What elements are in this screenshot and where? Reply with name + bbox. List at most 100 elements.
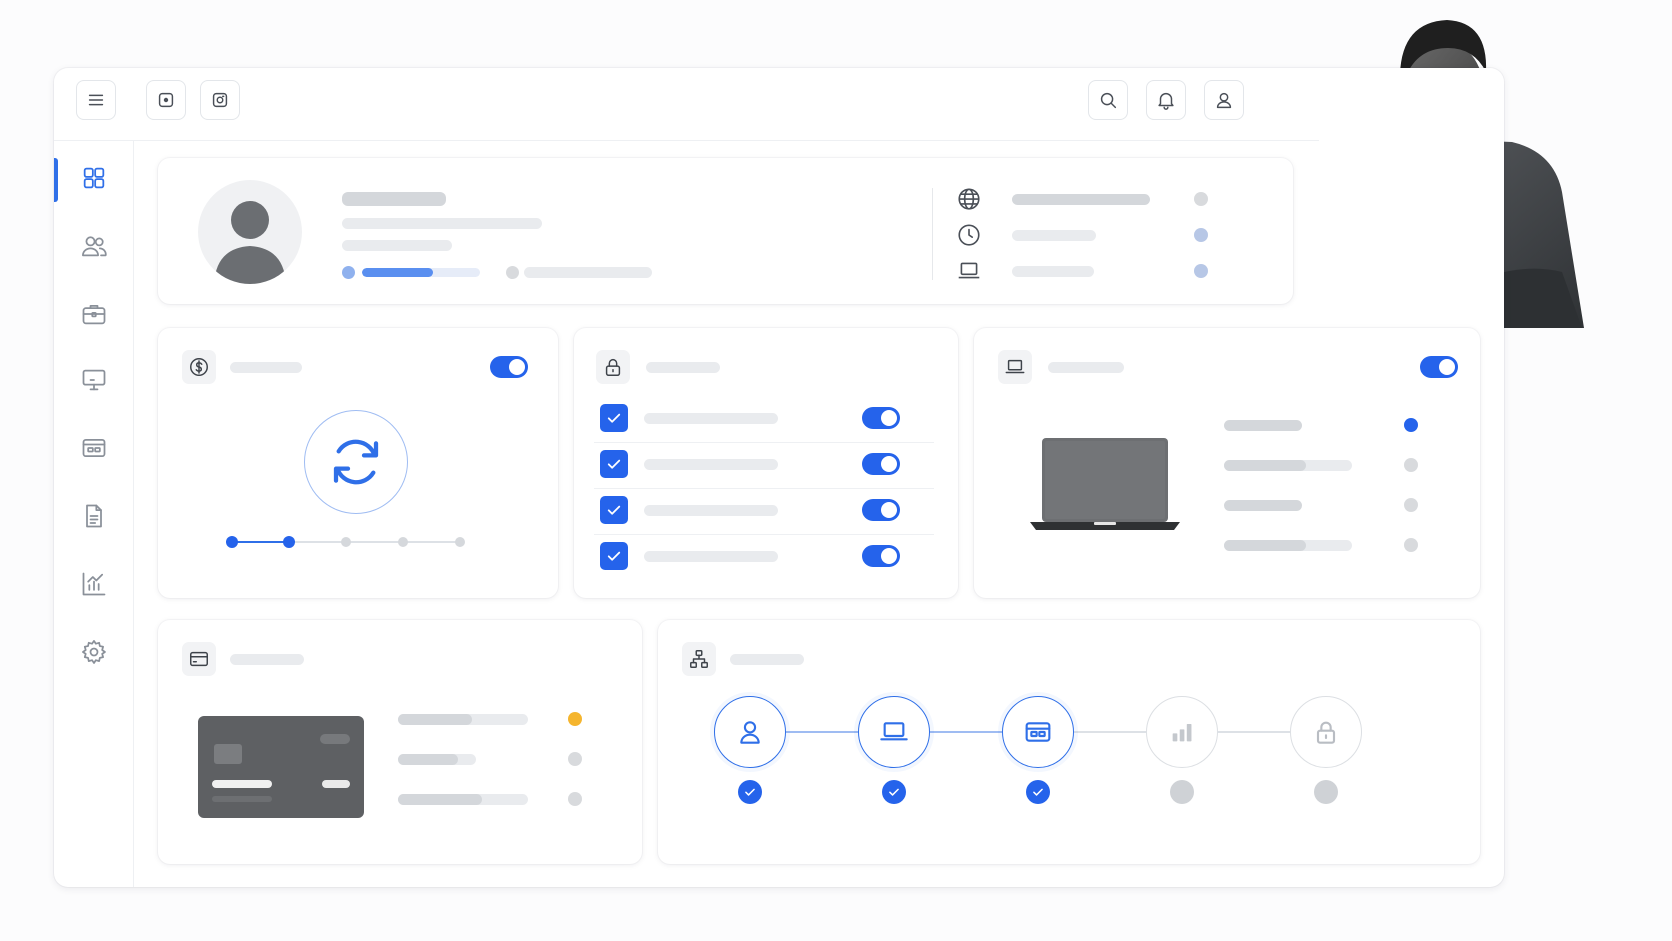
record-button[interactable] — [146, 80, 186, 120]
workflow-step[interactable] — [1002, 696, 1074, 768]
payment-row-status — [568, 712, 582, 726]
device-toggle[interactable] — [1420, 356, 1458, 378]
security-card-title-placeholder — [646, 362, 720, 373]
device-card-header-icon — [998, 350, 1032, 384]
sync-step-dot[interactable] — [226, 536, 238, 548]
dashboard-grid-icon — [83, 167, 105, 189]
workflow-step[interactable] — [1146, 696, 1218, 768]
card-holder-placeholder — [212, 796, 272, 802]
security-row-toggle[interactable] — [862, 407, 900, 429]
payment-card-icon — [1025, 722, 1051, 742]
security-row-toggle[interactable] — [862, 545, 900, 567]
credit-card-icon — [190, 651, 208, 667]
briefcase-icon — [82, 304, 106, 325]
bell-icon — [1158, 92, 1174, 110]
security-card — [574, 328, 958, 598]
search-button[interactable] — [1088, 80, 1128, 120]
clock-icon — [958, 224, 980, 246]
device-row-status — [1404, 458, 1418, 472]
payment-card — [158, 620, 642, 864]
workflow-step[interactable] — [858, 696, 930, 768]
profile-card — [158, 158, 1293, 304]
laptop-icon — [1005, 359, 1025, 374]
sidebar-item-settings[interactable] — [54, 629, 134, 675]
security-checkbox[interactable] — [600, 496, 628, 524]
avatar-placeholder-icon — [214, 201, 286, 284]
laptop-icon — [880, 722, 908, 741]
payment-row-status — [568, 792, 582, 806]
status-dot — [506, 266, 519, 279]
card-chip — [214, 744, 242, 764]
security-row-divider — [594, 534, 934, 535]
avatar[interactable] — [198, 180, 302, 284]
info-row-1-placeholder — [1012, 194, 1150, 205]
payment-row-fill — [398, 794, 482, 805]
security-checkbox[interactable] — [600, 404, 628, 432]
sync-toggle[interactable] — [490, 356, 528, 378]
laptop-icon — [958, 262, 980, 279]
sidebar-item-users[interactable] — [54, 223, 134, 269]
settings-icon — [82, 640, 106, 664]
checkmark-icon — [607, 413, 621, 423]
sidebar-item-payments[interactable] — [54, 425, 134, 471]
profile-progress-bar — [362, 268, 480, 277]
workflow-connector — [1074, 731, 1146, 733]
credit-card-illustration[interactable] — [198, 716, 364, 818]
search-icon — [1100, 92, 1117, 109]
payment-row-fill — [398, 754, 458, 765]
sync-step-dot[interactable] — [455, 537, 465, 547]
device-row-fill — [1224, 540, 1306, 551]
notifications-button[interactable] — [1146, 80, 1186, 120]
device-card-title-placeholder — [1048, 362, 1124, 373]
payment-card-header-icon — [182, 642, 216, 676]
device-row-status — [1404, 538, 1418, 552]
menu-button[interactable] — [76, 80, 116, 120]
checkmark-icon — [607, 551, 621, 561]
payment-row-placeholder — [398, 714, 528, 725]
security-row-toggle[interactable] — [862, 453, 900, 475]
device-row-fill — [1224, 460, 1306, 471]
sync-button[interactable] — [304, 410, 408, 514]
checkmark-icon — [607, 505, 621, 515]
security-row-toggle[interactable] — [862, 499, 900, 521]
user-icon — [740, 721, 760, 744]
sync-card-header-icon — [182, 350, 216, 384]
payment-card-title-placeholder — [230, 654, 304, 665]
status-text-placeholder — [524, 267, 652, 278]
workflow-step[interactable] — [1290, 696, 1362, 768]
card-number-placeholder — [212, 780, 272, 788]
capture-icon — [212, 92, 228, 108]
stage — [0, 0, 1672, 941]
sidebar-item-work[interactable] — [54, 291, 134, 337]
security-checkbox[interactable] — [600, 450, 628, 478]
workflow-connector — [1218, 731, 1290, 733]
lock-icon — [605, 358, 621, 376]
laptop-illustration — [1030, 438, 1180, 530]
sidebar-item-analytics[interactable] — [54, 561, 134, 607]
payment-row-placeholder — [398, 794, 528, 805]
workflow-step-pending-badge — [1314, 780, 1338, 804]
hierarchy-icon — [690, 650, 708, 668]
sync-step-dot[interactable] — [398, 537, 408, 547]
capture-button[interactable] — [200, 80, 240, 120]
security-row-label-placeholder — [644, 551, 778, 562]
sync-icon — [333, 439, 379, 485]
security-card-header-icon — [596, 350, 630, 384]
sidebar-item-documents[interactable] — [54, 493, 134, 539]
sync-step-dot[interactable] — [341, 537, 351, 547]
security-checkbox[interactable] — [600, 542, 628, 570]
sidebar-item-dashboard[interactable] — [54, 155, 134, 202]
app-window — [54, 68, 1504, 887]
device-row-status — [1404, 418, 1418, 432]
sync-step-dot[interactable] — [283, 536, 295, 548]
sidebar-item-devices[interactable] — [54, 357, 134, 403]
profile-progress-fill — [362, 268, 433, 277]
workflow-step[interactable] — [714, 696, 786, 768]
record-icon — [158, 92, 174, 108]
sync-step-track — [226, 536, 465, 548]
bar-chart-icon — [1172, 724, 1192, 742]
security-row-label-placeholder — [644, 413, 778, 424]
profile-button[interactable] — [1204, 80, 1244, 120]
workflow-connector — [930, 731, 1002, 733]
info-row-3-placeholder — [1012, 266, 1094, 277]
